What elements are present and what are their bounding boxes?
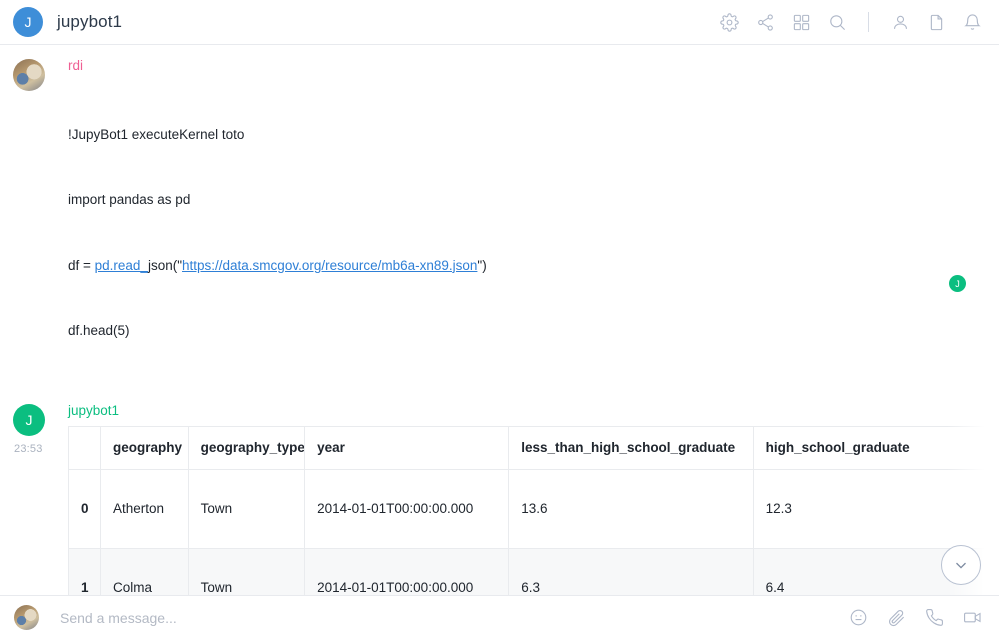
column-header-less-than-high-school-graduate: less_than_high_school_graduate — [509, 427, 753, 470]
message-composer — [0, 595, 999, 639]
message-body: rdi !JupyBot1 executeKernel toto import … — [68, 59, 999, 386]
message-list[interactable]: rdi !JupyBot1 executeKernel toto import … — [0, 45, 999, 595]
message-rail: J 23:53 — [13, 404, 68, 595]
scroll-to-bottom-button[interactable] — [941, 545, 981, 585]
table-row: 1 Colma Town 2014-01-01T00:00:00.000 6.3… — [69, 549, 999, 595]
message-timestamp: 23:53 — [14, 443, 43, 455]
header-avatar-initial: J — [25, 14, 32, 30]
message-user: rdi !JupyBot1 executeKernel toto import … — [0, 45, 999, 386]
cell-less-than-high-school-graduate: 13.6 — [509, 470, 753, 549]
attachment-icon[interactable] — [885, 607, 907, 629]
message-body: jupybot1 geography geography_type year l… — [68, 404, 999, 595]
column-header-high-school-graduate: high_school_graduate — [753, 427, 999, 470]
video-icon[interactable] — [961, 607, 983, 629]
phone-icon[interactable] — [923, 607, 945, 629]
header-divider — [868, 12, 869, 32]
code-line-1: !JupyBot1 executeKernel toto — [68, 124, 999, 146]
read-receipt-initial: J — [955, 279, 960, 289]
file-icon[interactable] — [925, 11, 947, 33]
cell-geography: Atherton — [100, 470, 188, 549]
cell-high-school-graduate: 12.3 — [753, 470, 999, 549]
chat-app: J jupybot1 — [0, 0, 999, 639]
message-username[interactable]: rdi — [68, 59, 999, 73]
avatar[interactable]: J — [13, 404, 45, 436]
cell-index: 1 — [69, 549, 101, 595]
column-header-index — [69, 427, 101, 470]
gear-icon[interactable] — [718, 11, 740, 33]
dataframe-table-wrapper[interactable]: geography geography_type year less_than_… — [68, 426, 999, 595]
header-avatar[interactable]: J — [13, 7, 43, 37]
code-line-3-suffix: ") — [477, 258, 486, 273]
app-header: J jupybot1 — [0, 0, 999, 45]
cell-geography-type: Town — [188, 549, 305, 595]
code-line-3-mid: json(" — [148, 258, 182, 273]
message-bot: J 23:53 jupybot1 geography geography_typ… — [0, 386, 999, 595]
message-input[interactable] — [58, 609, 847, 627]
table-row: 0 Atherton Town 2014-01-01T00:00:00.000 … — [69, 470, 999, 549]
cell-year: 2014-01-01T00:00:00.000 — [305, 470, 509, 549]
grid-icon[interactable] — [790, 11, 812, 33]
message-text: !JupyBot1 executeKernel toto import pand… — [68, 81, 999, 386]
code-line-2: import pandas as pd — [68, 189, 999, 211]
table-head: geography geography_type year less_than_… — [69, 427, 999, 470]
cell-geography: Colma — [100, 549, 188, 595]
person-icon[interactable] — [889, 11, 911, 33]
read-receipt-badge: J — [949, 275, 966, 292]
dataframe-table: geography geography_type year less_than_… — [68, 426, 999, 595]
message-rail — [13, 59, 68, 386]
column-header-geography: geography — [100, 427, 188, 470]
cell-year: 2014-01-01T00:00:00.000 — [305, 549, 509, 595]
code-line-3: df = pd.read_json("https://data.smcgov.o… — [68, 255, 999, 277]
code-line-4: df.head(5) — [68, 320, 999, 342]
cell-index: 0 — [69, 470, 101, 549]
share-icon[interactable] — [754, 11, 776, 33]
pd-read-link[interactable]: pd.read_ — [95, 258, 148, 273]
cell-less-than-high-school-graduate: 6.3 — [509, 549, 753, 595]
avatar-initial: J — [26, 412, 33, 428]
table-header-row: geography geography_type year less_than_… — [69, 427, 999, 470]
avatar[interactable] — [14, 605, 39, 630]
code-line-3-prefix: df = — [68, 258, 95, 273]
bell-icon[interactable] — [961, 11, 983, 33]
search-icon[interactable] — [826, 11, 848, 33]
page-title: jupybot1 — [57, 12, 122, 32]
header-icon-group — [718, 11, 983, 33]
cell-geography-type: Town — [188, 470, 305, 549]
message-username[interactable]: jupybot1 — [68, 404, 999, 418]
avatar[interactable] — [13, 59, 45, 91]
emoji-icon[interactable] — [847, 607, 869, 629]
column-header-geography-type: geography_type — [188, 427, 305, 470]
composer-icon-group — [847, 607, 983, 629]
column-header-year: year — [305, 427, 509, 470]
chevron-down-icon — [952, 556, 970, 574]
table-body: 0 Atherton Town 2014-01-01T00:00:00.000 … — [69, 470, 999, 595]
dataset-url-link[interactable]: https://data.smcgov.org/resource/mb6a-xn… — [182, 258, 477, 273]
